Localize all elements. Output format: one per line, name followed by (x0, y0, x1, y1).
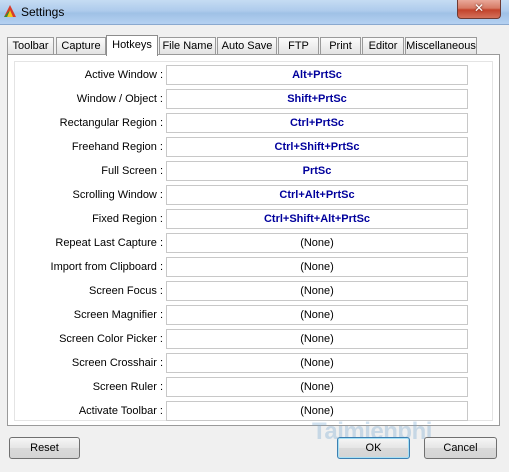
hotkey-field-active-window[interactable]: Alt+PrtSc (166, 65, 468, 85)
hotkey-field-screen-magnifier[interactable]: (None) (166, 305, 468, 325)
hotkey-label: Rectangular Region : (59, 117, 163, 129)
hotkey-row-active-window: Active Window : Alt+PrtSc (15, 62, 494, 86)
hotkey-field-rectangular-region[interactable]: Ctrl+PrtSc (166, 113, 468, 133)
hotkey-field-scrolling-window[interactable]: Ctrl+Alt+PrtSc (166, 185, 468, 205)
ok-button[interactable]: OK (337, 437, 410, 459)
hotkey-field-repeat-last-capture[interactable]: (None) (166, 233, 468, 253)
hotkey-label: Screen Color Picker : (59, 333, 163, 345)
hotkey-field-screen-crosshair[interactable]: (None) (166, 353, 468, 373)
hotkey-field-window-object[interactable]: Shift+PrtSc (166, 89, 468, 109)
hotkeys-list: Active Window : Alt+PrtSc Window / Objec… (14, 61, 493, 421)
hotkey-label: Screen Magnifier : (73, 309, 163, 321)
tab-file-name[interactable]: File Name (159, 37, 216, 54)
close-button[interactable]: ✕ (457, 0, 501, 19)
tab-toolbar[interactable]: Toolbar (7, 37, 54, 54)
hotkey-row-screen-ruler: Screen Ruler : (None) (15, 374, 494, 398)
hotkey-label: Screen Crosshair : (71, 357, 163, 369)
hotkey-row-screen-magnifier: Screen Magnifier : (None) (15, 302, 494, 326)
hotkey-field-screen-focus[interactable]: (None) (166, 281, 468, 301)
hotkeys-panel: Active Window : Alt+PrtSc Window / Objec… (7, 54, 500, 426)
hotkey-label: Full Screen : (101, 165, 163, 177)
tab-editor[interactable]: Editor (362, 37, 404, 54)
hotkey-row-activate-toolbar: Activate Toolbar : (None) (15, 398, 494, 422)
hotkey-field-full-screen[interactable]: PrtSc (166, 161, 468, 181)
hotkey-label: Activate Toolbar : (78, 405, 163, 417)
hotkey-row-screen-color-picker: Screen Color Picker : (None) (15, 326, 494, 350)
close-icon: ✕ (473, 1, 485, 15)
hotkey-row-rectangular-region: Rectangular Region : Ctrl+PrtSc (15, 110, 494, 134)
hotkey-field-activate-toolbar[interactable]: (None) (166, 401, 468, 421)
hotkey-field-freehand-region[interactable]: Ctrl+Shift+PrtSc (166, 137, 468, 157)
hotkey-row-import-from-clipboard: Import from Clipboard : (None) (15, 254, 494, 278)
hotkey-label: Screen Ruler : (92, 381, 163, 393)
tab-ftp[interactable]: FTP (278, 37, 319, 54)
hotkey-field-fixed-region[interactable]: Ctrl+Shift+Alt+PrtSc (166, 209, 468, 229)
hotkey-field-screen-color-picker[interactable]: (None) (166, 329, 468, 349)
hotkey-row-repeat-last-capture: Repeat Last Capture : (None) (15, 230, 494, 254)
hotkey-label: Fixed Region : (92, 213, 163, 225)
hotkey-label: Freehand Region : (71, 141, 163, 153)
tab-print[interactable]: Print (320, 37, 361, 54)
app-icon (4, 5, 16, 17)
hotkey-row-freehand-region: Freehand Region : Ctrl+Shift+PrtSc (15, 134, 494, 158)
tab-hotkeys[interactable]: Hotkeys (106, 35, 158, 56)
hotkey-row-scrolling-window: Scrolling Window : Ctrl+Alt+PrtSc (15, 182, 494, 206)
title-bar[interactable]: Settings ✕ (0, 0, 509, 25)
tab-auto-save[interactable]: Auto Save (217, 37, 277, 54)
hotkey-label: Active Window : (84, 69, 163, 81)
hotkey-label: Scrolling Window : (72, 189, 163, 201)
tab-capture[interactable]: Capture (56, 37, 106, 54)
hotkey-row-window-object: Window / Object : Shift+PrtSc (15, 86, 494, 110)
reset-button[interactable]: Reset (9, 437, 80, 459)
hotkey-field-import-from-clipboard[interactable]: (None) (166, 257, 468, 277)
hotkey-label: Window / Object : (76, 93, 163, 105)
hotkey-label: Import from Clipboard : (50, 261, 163, 273)
hotkey-row-screen-focus: Screen Focus : (None) (15, 278, 494, 302)
hotkey-label: Screen Focus : (89, 285, 163, 297)
hotkey-row-full-screen: Full Screen : PrtSc (15, 158, 494, 182)
hotkey-field-screen-ruler[interactable]: (None) (166, 377, 468, 397)
window-title: Settings (21, 5, 65, 19)
hotkey-label: Repeat Last Capture : (55, 237, 163, 249)
hotkey-row-screen-crosshair: Screen Crosshair : (None) (15, 350, 494, 374)
cancel-button[interactable]: Cancel (424, 437, 497, 459)
tab-miscellaneous[interactable]: Miscellaneous (405, 37, 477, 54)
hotkey-row-fixed-region: Fixed Region : Ctrl+Shift+Alt+PrtSc (15, 206, 494, 230)
